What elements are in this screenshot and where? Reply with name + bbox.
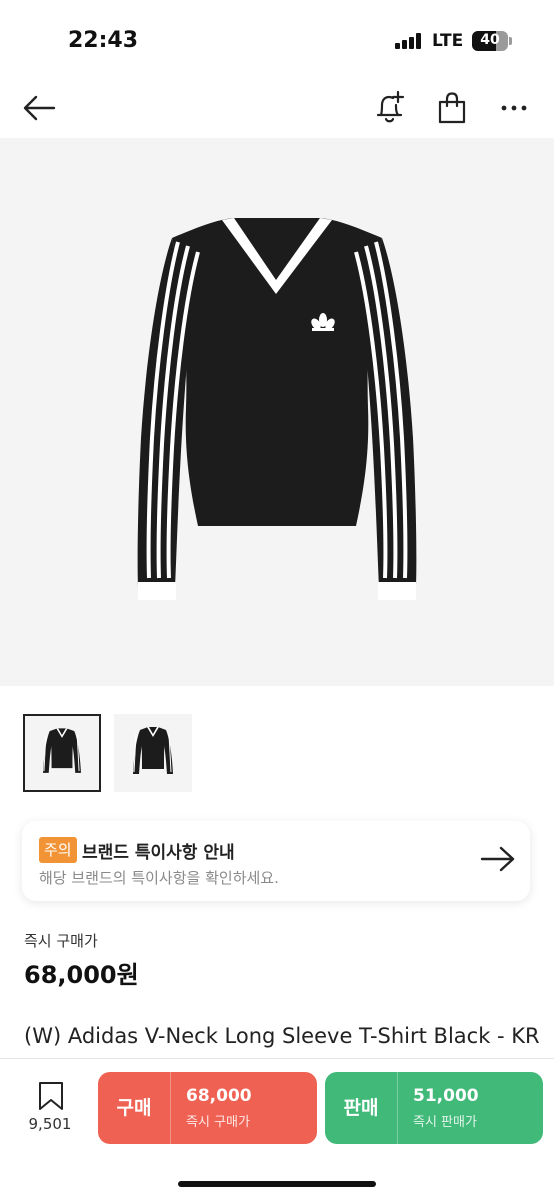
thumbnail-2[interactable] bbox=[114, 714, 192, 792]
sell-label: 판매 bbox=[343, 1097, 379, 1119]
status-bar: 22:43 LTE 40 bbox=[0, 0, 554, 80]
price-alert-button[interactable] bbox=[368, 86, 412, 130]
sell-button[interactable]: 판매 51,000 즉시 판매가 bbox=[325, 1072, 543, 1144]
buy-price-caption: 즉시 구매가 bbox=[186, 1115, 250, 1130]
bookmark-icon bbox=[39, 1082, 63, 1110]
top-nav bbox=[0, 80, 554, 136]
sell-price-caption: 즉시 판매가 bbox=[413, 1115, 477, 1130]
back-button[interactable] bbox=[17, 86, 61, 130]
sell-price: 51,000 bbox=[413, 1086, 479, 1106]
shirt-image bbox=[137, 218, 417, 600]
more-dots-icon bbox=[501, 105, 527, 111]
arrow-right-icon bbox=[480, 846, 515, 872]
shopping-bag-icon bbox=[438, 92, 466, 124]
status-time: 22:43 bbox=[68, 28, 139, 53]
notice-title: 브랜드 특이사항 안내 bbox=[82, 843, 235, 863]
buy-price: 68,000 bbox=[186, 1086, 252, 1106]
instant-buy-price-label: 즉시 구매가 bbox=[24, 932, 98, 950]
cart-button[interactable] bbox=[430, 86, 474, 130]
product-name: (W) Adidas V-Neck Long Sleeve T-Shirt Bl… bbox=[24, 1024, 540, 1048]
caution-badge: 주의 bbox=[39, 837, 77, 863]
thumbnail-image bbox=[114, 714, 192, 792]
bottom-action-bar: 9,501 구매 68,000 즉시 구매가 판매 51,000 즉시 판매가 bbox=[0, 1058, 554, 1200]
buy-button[interactable]: 구매 68,000 즉시 구매가 bbox=[98, 1072, 317, 1144]
network-label: LTE bbox=[432, 31, 464, 51]
more-button[interactable] bbox=[492, 86, 536, 130]
battery-icon: 40 bbox=[472, 31, 508, 51]
instant-buy-price: 68,000원 bbox=[24, 961, 139, 989]
thumbnail-image bbox=[25, 716, 99, 790]
signal-icon bbox=[395, 33, 423, 49]
buy-label: 구매 bbox=[116, 1097, 152, 1119]
notice-subtitle: 해당 브랜드의 특이사항을 확인하세요. bbox=[39, 869, 279, 887]
battery-level: 40 bbox=[480, 32, 500, 48]
thumbnail-1[interactable] bbox=[23, 714, 101, 792]
arrow-left-icon bbox=[23, 95, 56, 121]
product-image[interactable] bbox=[0, 138, 554, 686]
home-indicator bbox=[178, 1181, 376, 1187]
wishlist-button[interactable]: 9,501 bbox=[18, 1081, 82, 1137]
wishlist-count: 9,501 bbox=[28, 1115, 72, 1133]
brand-notice-card[interactable]: 주의 브랜드 특이사항 안내 해당 브랜드의 특이사항을 확인하세요. bbox=[22, 821, 530, 901]
bell-plus-icon bbox=[376, 90, 405, 123]
